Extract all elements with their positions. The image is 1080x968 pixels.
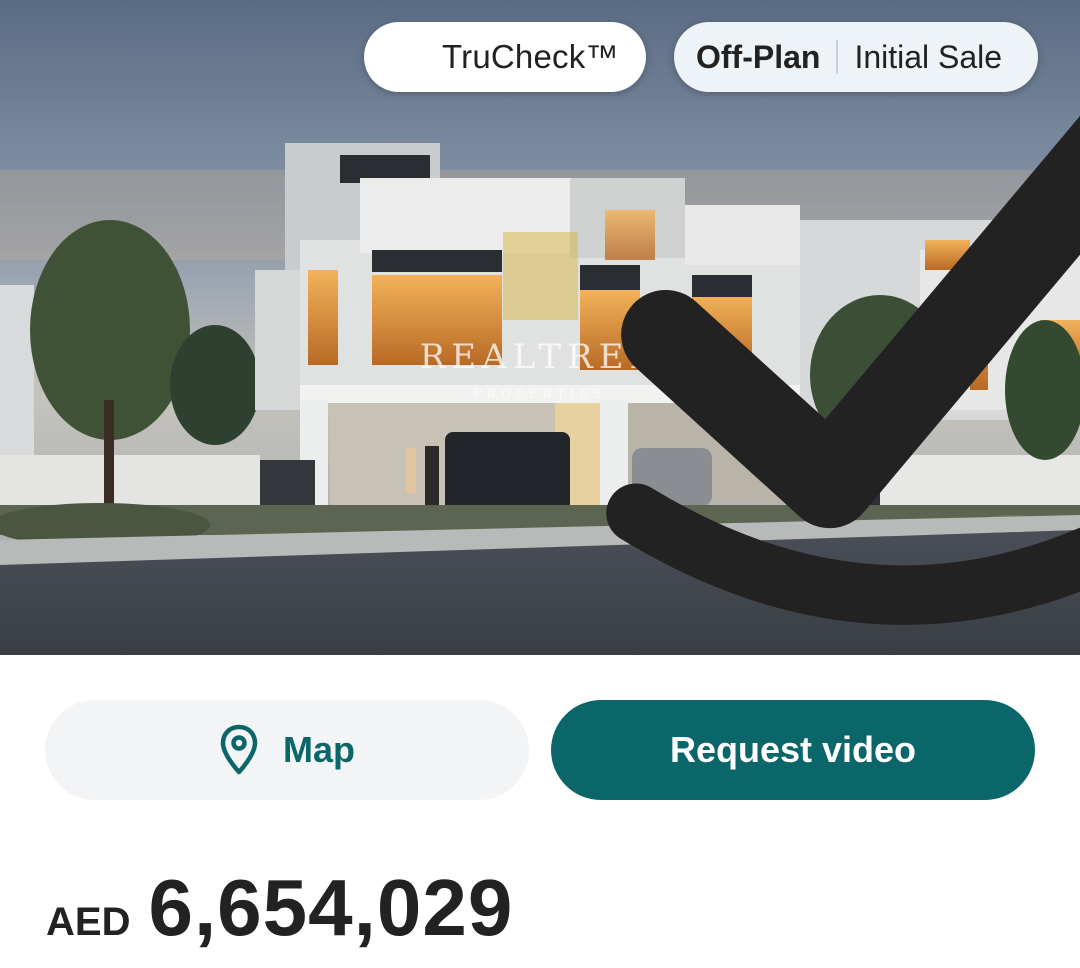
request-video-button[interactable]: Request video [551, 700, 1035, 800]
property-price: AED 6,654,029 [46, 862, 513, 954]
trucheck-badge[interactable]: TruCheck™ [364, 22, 1080, 625]
property-hero-image[interactable]: REALTREE PROPERTIES TruCheck™ Off-Plan I… [0, 0, 1080, 655]
request-video-label: Request video [669, 729, 917, 770]
map-button-label: Map [283, 729, 355, 770]
checkmark-badge-icon [386, 35, 1080, 625]
status-offplan: Off-Plan [696, 38, 821, 75]
status-initial-sale: Initial Sale [854, 38, 1003, 75]
price-currency: AED [46, 900, 131, 944]
map-button[interactable]: Map [45, 700, 529, 800]
sale-status-badge: Off-Plan Initial Sale [674, 22, 1038, 92]
location-pin-icon [219, 724, 259, 776]
price-amount: 6,654,029 [148, 863, 514, 952]
status-divider [836, 40, 839, 74]
